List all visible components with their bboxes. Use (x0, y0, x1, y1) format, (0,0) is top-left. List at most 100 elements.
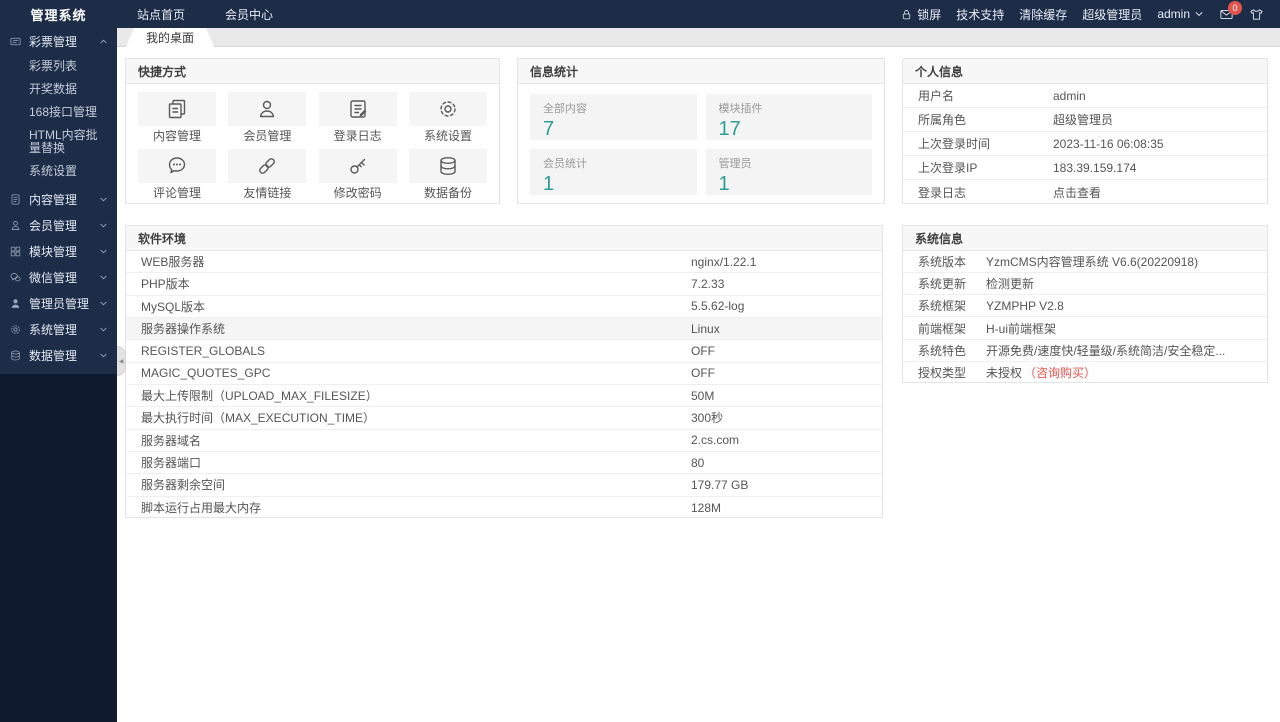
chevron-down-icon (99, 273, 108, 282)
stat-label: 管理员 (719, 155, 860, 171)
sidebar-section[interactable]: 内容管理 (0, 186, 117, 212)
shortcut-item[interactable]: 修改密码 (319, 149, 397, 200)
stat-label: 全部内容 (543, 100, 684, 116)
sidebar-section-label: 数据管理 (29, 347, 77, 364)
sidebar-menu: 彩票管理 彩票列表开奖数据168接口管理HTML内容批量替换系统设置 内容管理 … (0, 28, 117, 374)
shortcut-item[interactable]: 数据备份 (409, 149, 487, 200)
sidebar-section[interactable]: 数据管理 (0, 342, 117, 368)
topbar-menu-item[interactable]: 站点首页 (117, 0, 205, 28)
software-row: MySQL版本 5.5.62-log (126, 296, 882, 318)
module-icon (9, 245, 22, 258)
stat-value: 17 (719, 118, 860, 141)
documents-icon (165, 97, 189, 121)
row-value: 2023-11-16 06:08:35 (1053, 137, 1252, 151)
messages-button[interactable]: 0 (1219, 7, 1234, 22)
row-label: MAGIC_QUOTES_GPC (141, 366, 691, 380)
sidebar-section[interactable]: 会员管理 (0, 212, 117, 238)
row-label: 前端框架 (918, 320, 986, 337)
software-row: 脚本运行占用最大内存 128M (126, 497, 882, 519)
stat-card: 全部内容 7 (530, 94, 697, 140)
row-label: 授权类型 (918, 364, 986, 381)
lock-screen-button[interactable]: 锁屏 (900, 6, 941, 23)
shortcut-item[interactable]: 登录日志 (319, 92, 397, 143)
software-rows: WEB服务器 nginx/1.22.1 PHP版本 7.2.33 MySQL版本… (126, 251, 882, 519)
sidebar-section-label: 彩票管理 (29, 33, 77, 50)
sidebar-section[interactable]: 模块管理 (0, 238, 117, 264)
software-row: WEB服务器 nginx/1.22.1 (126, 251, 882, 273)
software-env-panel: 软件环境 WEB服务器 nginx/1.22.1 PHP版本 7.2.33 My… (125, 225, 883, 518)
sidebar-section[interactable]: 系统管理 (0, 316, 117, 342)
shortcut-item[interactable]: 内容管理 (138, 92, 216, 143)
row-label: 服务器域名 (141, 432, 691, 449)
profile-row: 所属角色 超级管理员 (903, 108, 1267, 132)
sidebar: 彩票管理 彩票列表开奖数据168接口管理HTML内容批量替换系统设置 内容管理 … (0, 28, 117, 722)
comment-icon (165, 154, 189, 178)
brand-title: 管理系统 (0, 5, 117, 24)
theme-skin-button[interactable] (1249, 7, 1264, 22)
panel-title: 系统信息 (903, 226, 1267, 251)
software-row: MAGIC_QUOTES_GPC OFF (126, 363, 882, 385)
sidebar-subitem[interactable]: 彩票列表 (0, 55, 117, 78)
tab-my-desktop[interactable]: 我的桌面 (126, 28, 214, 47)
shortcut-item[interactable]: 系统设置 (409, 92, 487, 143)
sidebar-collapse-handle[interactable]: ◀ (117, 346, 126, 376)
sidebar-section-label: 系统管理 (29, 321, 77, 338)
stat-label: 会员统计 (543, 155, 684, 171)
row-label: 用户名 (918, 87, 1053, 104)
software-row: REGISTER_GLOBALS OFF (126, 340, 882, 362)
sidebar-subitem[interactable]: 168接口管理 (0, 101, 117, 124)
sidebar-subitem[interactable]: 系统设置 (0, 160, 117, 183)
shortcut-item[interactable]: 评论管理 (138, 149, 216, 200)
row-label: 所属角色 (918, 111, 1053, 128)
row-label: REGISTER_GLOBALS (141, 344, 691, 358)
sidebar-section-lottery[interactable]: 彩票管理 (0, 28, 117, 54)
row-value: 183.39.159.174 (1053, 161, 1252, 175)
stat-label: 模块插件 (719, 100, 860, 116)
row-label: WEB服务器 (141, 253, 691, 270)
shortcuts-grid: 内容管理 会员管理 登录日志 系统设置 评论管理 (126, 84, 499, 200)
row-value: H-ui前端框架 (986, 320, 1252, 337)
row-value[interactable]: 点击查看 (1053, 184, 1252, 201)
row-value: YZMPHP V2.8 (986, 299, 1252, 313)
stat-value: 1 (543, 173, 684, 196)
stat-value: 7 (543, 118, 684, 141)
sidebar-section[interactable]: 微信管理 (0, 264, 117, 290)
stats-grid: 全部内容 7 模块插件 17 会员统计 1 管理员 1 (518, 84, 884, 205)
row-label: 上次登录时间 (918, 135, 1053, 152)
sidebar-section[interactable]: 管理员管理 (0, 290, 117, 316)
system-row: 系统特色 开源免费/速度快/轻量级/系统简洁/安全稳定... (903, 340, 1267, 362)
content-icon (9, 193, 22, 206)
key-icon (346, 154, 370, 178)
user-dropdown[interactable]: admin (1157, 7, 1204, 21)
row-value: 179.77 GB (691, 478, 867, 492)
system-row: 前端框架 H-ui前端框架 (903, 317, 1267, 339)
data-icon (9, 349, 22, 362)
sidebar-subitem[interactable]: 开奖数据 (0, 78, 117, 101)
profile-row: 用户名 admin (903, 84, 1267, 108)
software-row: 最大执行时间（MAX_EXECUTION_TIME） 300秒 (126, 407, 882, 429)
chevron-up-icon (99, 37, 108, 46)
software-row: 服务器剩余空间 179.77 GB (126, 474, 882, 496)
clear-cache-button[interactable]: 清除缓存 (1019, 6, 1067, 23)
row-label: 最大上传限制（UPLOAD_MAX_FILESIZE） (141, 387, 691, 404)
shortcut-item[interactable]: 会员管理 (228, 92, 306, 143)
log-icon (346, 97, 370, 121)
shortcut-item[interactable]: 友情链接 (228, 149, 306, 200)
stat-card: 模块插件 17 (706, 94, 873, 140)
row-label: 服务器端口 (141, 454, 691, 471)
row-label: 系统版本 (918, 253, 986, 270)
topbar-menu-item[interactable]: 会员中心 (205, 0, 293, 28)
panel-title: 软件环境 (126, 226, 882, 251)
sidebar-subitem[interactable]: HTML内容批量替换 (0, 124, 117, 160)
software-row: 服务器端口 80 (126, 452, 882, 474)
sidebar-section-label: 内容管理 (29, 191, 77, 208)
tech-support-link[interactable]: 技术支持 (956, 6, 1004, 23)
row-value: 5.5.62-log (691, 299, 867, 313)
row-label: 服务器剩余空间 (141, 476, 691, 493)
sidebar-section-label: 模块管理 (29, 243, 77, 260)
row-value: admin (1053, 89, 1252, 103)
member-icon (9, 219, 22, 232)
row-label: 服务器操作系统 (141, 320, 691, 337)
system-rows: 系统版本 YzmCMS内容管理系统 V6.6(20220918) 系统更新 检测… (903, 251, 1267, 384)
shirt-icon (1249, 7, 1264, 22)
